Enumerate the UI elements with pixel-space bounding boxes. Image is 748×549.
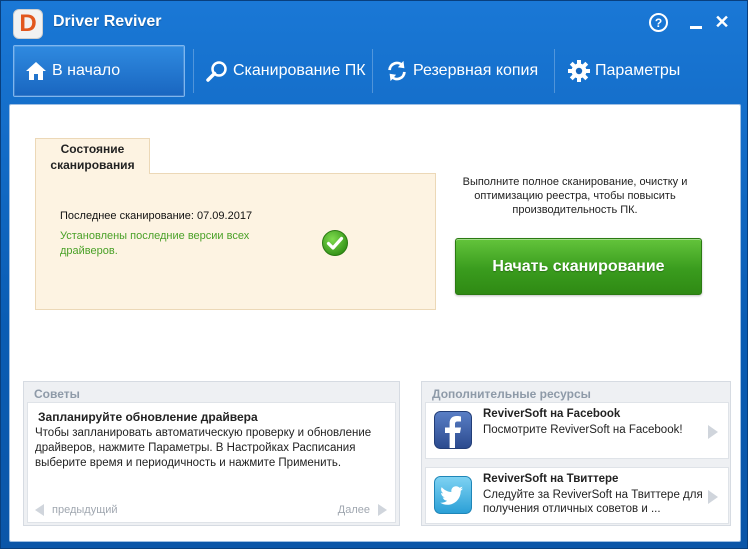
resources-panel: Дополнительные ресурсы ReviverSoft на Fa… bbox=[421, 381, 731, 526]
nav-settings-label: Параметры bbox=[595, 62, 681, 79]
drivers-status-text: Установлены последние версии всех драйве… bbox=[60, 230, 250, 257]
nav-home-label: В начало bbox=[52, 62, 121, 79]
facebook-resource[interactable]: ReviverSoft на Facebook Посмотрите Reviv… bbox=[425, 402, 729, 459]
gear-icon bbox=[567, 59, 591, 83]
start-scan-button[interactable]: Начать сканирование bbox=[455, 238, 702, 295]
nav-divider bbox=[193, 49, 194, 93]
home-icon bbox=[24, 59, 48, 83]
title-bar: D Driver Reviver ? ✕ bbox=[1, 1, 747, 43]
status-panel: Последнее сканирование: 07.09.2017 Устан… bbox=[35, 173, 436, 310]
search-icon bbox=[205, 59, 229, 83]
tip-card: Запланируйте обновление драйвера Чтобы з… bbox=[27, 402, 396, 523]
twitter-desc: Следуйте за ReviverSoft на Твиттере для … bbox=[483, 489, 703, 515]
last-scan-text: Последнее сканирование: 07.09.2017 bbox=[60, 210, 253, 222]
tips-header: Советы bbox=[34, 387, 80, 401]
checkmark-icon bbox=[321, 229, 349, 257]
app-title: Driver Reviver bbox=[53, 13, 162, 30]
minimize-button[interactable] bbox=[687, 13, 705, 31]
arrow-left-icon bbox=[35, 504, 44, 516]
tip-prev-button[interactable]: предыдущий bbox=[35, 504, 118, 516]
nav-divider bbox=[554, 49, 555, 93]
app-logo-icon: D bbox=[13, 9, 43, 39]
nav-backup[interactable]: Резервная копия bbox=[375, 45, 553, 97]
facebook-icon bbox=[434, 411, 472, 449]
app-window: D Driver Reviver ? ✕ В начало Сканирован… bbox=[0, 0, 748, 549]
nav-home[interactable]: В начало bbox=[13, 45, 185, 97]
twitter-icon bbox=[434, 476, 472, 514]
tip-body: Чтобы запланировать автоматическую прове… bbox=[35, 427, 372, 469]
tip-prev-label: предыдущий bbox=[52, 504, 118, 516]
main-content: Состояние сканирования Последнее сканиро… bbox=[9, 104, 741, 542]
arrow-right-icon bbox=[708, 490, 718, 504]
tip-title: Запланируйте обновление драйвера bbox=[38, 410, 258, 424]
facebook-title: ReviverSoft на Facebook bbox=[483, 408, 621, 420]
scan-promo-text: Выполните полное сканирование, очистку и… bbox=[462, 176, 688, 216]
resources-header: Дополнительные ресурсы bbox=[432, 387, 591, 401]
tip-next-label: Далее bbox=[337, 504, 370, 516]
refresh-icon bbox=[385, 59, 409, 83]
nav-divider bbox=[372, 49, 373, 93]
arrow-right-icon bbox=[708, 425, 718, 439]
arrow-right-icon bbox=[378, 504, 387, 516]
twitter-title: ReviverSoft на Твиттере bbox=[483, 473, 619, 485]
nav-scan-label: Сканирование ПК bbox=[233, 62, 366, 79]
facebook-desc: Посмотрите ReviverSoft на Facebook! bbox=[483, 424, 683, 436]
status-tab: Состояние сканирования bbox=[35, 138, 150, 174]
help-button[interactable]: ? bbox=[649, 13, 668, 32]
nav-scan[interactable]: Сканирование ПК bbox=[195, 45, 371, 97]
tip-next-button[interactable]: Далее bbox=[338, 504, 387, 516]
logo-letter: D bbox=[19, 10, 37, 37]
twitter-resource[interactable]: ReviverSoft на Твиттере Следуйте за Revi… bbox=[425, 467, 729, 524]
nav-backup-label: Резервная копия bbox=[413, 62, 539, 79]
tips-panel: Советы Запланируйте обновление драйвера … bbox=[23, 381, 400, 526]
main-nav: В начало Сканирование ПК Резервная копия bbox=[9, 45, 741, 99]
close-button[interactable]: ✕ bbox=[713, 12, 731, 32]
nav-settings[interactable]: Параметры bbox=[557, 45, 737, 97]
